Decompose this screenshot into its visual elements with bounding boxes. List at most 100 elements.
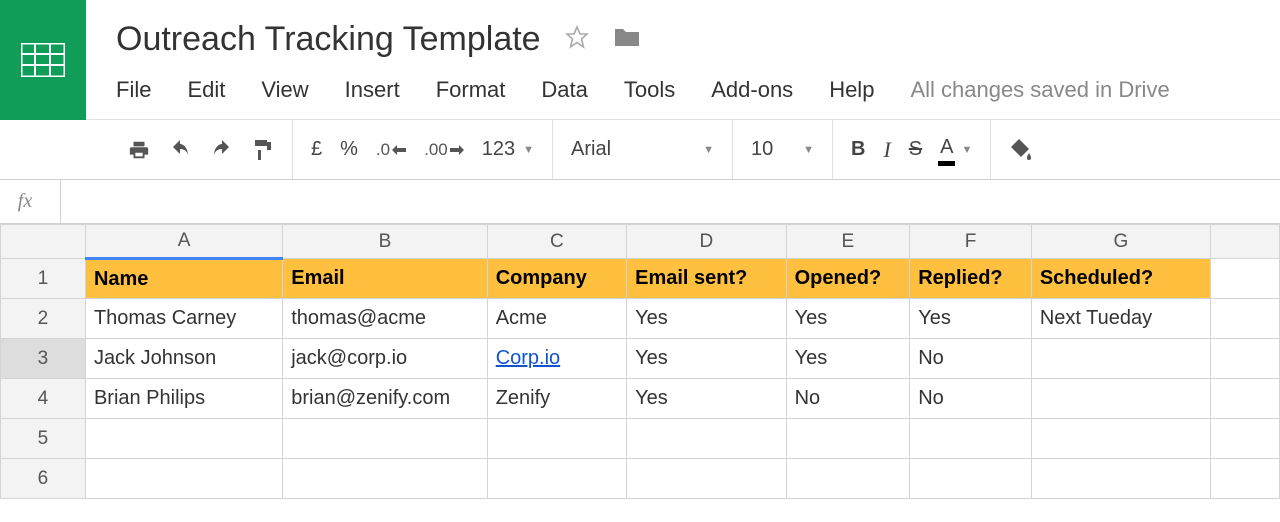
col-header-B[interactable]: B: [283, 225, 487, 259]
cell-D1[interactable]: Email sent?: [627, 259, 786, 299]
cell-B6[interactable]: [283, 459, 487, 499]
menu-file[interactable]: File: [116, 77, 151, 103]
cell-A4[interactable]: Brian Philips: [85, 379, 282, 419]
percent-button[interactable]: %: [340, 138, 358, 161]
cell-H2[interactable]: [1210, 299, 1279, 339]
cell-B2[interactable]: thomas@acme: [283, 299, 487, 339]
cell-G3[interactable]: [1031, 339, 1210, 379]
cell-E3[interactable]: Yes: [786, 339, 910, 379]
strikethrough-button[interactable]: S: [909, 138, 922, 161]
currency-button[interactable]: £: [311, 138, 322, 161]
bold-button[interactable]: B: [851, 138, 865, 161]
print-icon[interactable]: [128, 139, 150, 161]
cell-G4[interactable]: [1031, 379, 1210, 419]
cell-H4[interactable]: [1210, 379, 1279, 419]
cell-F2[interactable]: Yes: [910, 299, 1032, 339]
menu-tools[interactable]: Tools: [624, 77, 675, 103]
cell-F1[interactable]: Replied?: [910, 259, 1032, 299]
app-logo[interactable]: [0, 0, 86, 120]
cell-B4[interactable]: brian@zenify.com: [283, 379, 487, 419]
menu-format[interactable]: Format: [436, 77, 506, 103]
cell-D6[interactable]: [627, 459, 786, 499]
cell-A2[interactable]: Thomas Carney: [85, 299, 282, 339]
cell-A5[interactable]: [85, 419, 282, 459]
cell-C5[interactable]: [487, 419, 626, 459]
col-header-C[interactable]: C: [487, 225, 626, 259]
col-header-E[interactable]: E: [786, 225, 910, 259]
number-format-dropdown[interactable]: 123 ▼: [482, 138, 534, 161]
cell-D4[interactable]: Yes: [627, 379, 786, 419]
cell-C3[interactable]: Corp.io: [487, 339, 626, 379]
font-size-label: 10: [751, 138, 773, 161]
star-icon[interactable]: [565, 25, 589, 54]
menu-addons[interactable]: Add-ons: [711, 77, 793, 103]
cell-H5[interactable]: [1210, 419, 1279, 459]
sheets-icon: [21, 43, 65, 77]
col-header-blank[interactable]: [1210, 225, 1279, 259]
toolbar-group-font[interactable]: Arial ▼: [553, 120, 733, 179]
toolbar-group-fontsize[interactable]: 10 ▼: [733, 120, 833, 179]
redo-icon[interactable]: [210, 140, 234, 160]
select-all-corner[interactable]: [1, 225, 86, 259]
decrease-decimal-button[interactable]: .0: [376, 140, 406, 160]
cell-B1[interactable]: Email: [283, 259, 487, 299]
text-color-button[interactable]: A ▼: [940, 136, 972, 163]
cell-E5[interactable]: [786, 419, 910, 459]
cell-D2[interactable]: Yes: [627, 299, 786, 339]
row-header-6[interactable]: 6: [1, 459, 86, 499]
cell-E2[interactable]: Yes: [786, 299, 910, 339]
cell-D5[interactable]: [627, 419, 786, 459]
italic-button[interactable]: I: [883, 137, 890, 163]
undo-icon[interactable]: [168, 140, 192, 160]
cell-C4[interactable]: Zenify: [487, 379, 626, 419]
cell-C2[interactable]: Acme: [487, 299, 626, 339]
cell-G5[interactable]: [1031, 419, 1210, 459]
cell-F5[interactable]: [910, 419, 1032, 459]
cell-F6[interactable]: [910, 459, 1032, 499]
row-header-4[interactable]: 4: [1, 379, 86, 419]
cell-B5[interactable]: [283, 419, 487, 459]
menu-data[interactable]: Data: [541, 77, 587, 103]
cell-C6[interactable]: [487, 459, 626, 499]
fill-color-icon[interactable]: [1009, 139, 1033, 161]
folder-icon[interactable]: [613, 25, 641, 54]
menu-view[interactable]: View: [261, 77, 308, 103]
col-header-F[interactable]: F: [910, 225, 1032, 259]
cell-H3[interactable]: [1210, 339, 1279, 379]
col-header-A[interactable]: A: [85, 225, 282, 259]
formula-input[interactable]: [60, 180, 1280, 223]
cell-E1[interactable]: Opened?: [786, 259, 910, 299]
cell-D3[interactable]: Yes: [627, 339, 786, 379]
cell-C1[interactable]: Company: [487, 259, 626, 299]
cell-G1[interactable]: Scheduled?: [1031, 259, 1210, 299]
row-header-1[interactable]: 1: [1, 259, 86, 299]
fx-label: fx: [0, 190, 50, 213]
header-main: Outreach Tracking Template File Edit Vie…: [86, 0, 1280, 103]
cell-E4[interactable]: No: [786, 379, 910, 419]
cell-F3[interactable]: No: [910, 339, 1032, 379]
cell-G6[interactable]: [1031, 459, 1210, 499]
cell-A3[interactable]: Jack Johnson: [85, 339, 282, 379]
menu-edit[interactable]: Edit: [187, 77, 225, 103]
col-header-G[interactable]: G: [1031, 225, 1210, 259]
cell-G2[interactable]: Next Tueday: [1031, 299, 1210, 339]
row-header-2[interactable]: 2: [1, 299, 86, 339]
cell-A6[interactable]: [85, 459, 282, 499]
formula-bar: fx: [0, 180, 1280, 224]
cell-H6[interactable]: [1210, 459, 1279, 499]
menu-insert[interactable]: Insert: [345, 77, 400, 103]
toolbar-group-number: £ % .0 .00 123 ▼: [293, 120, 553, 179]
increase-decimal-button[interactable]: .00: [424, 140, 464, 160]
paint-format-icon[interactable]: [252, 138, 274, 162]
cell-F4[interactable]: No: [910, 379, 1032, 419]
cell-B3[interactable]: jack@corp.io: [283, 339, 487, 379]
cell-A1[interactable]: Name: [85, 259, 282, 299]
document-title[interactable]: Outreach Tracking Template: [116, 20, 541, 59]
cell-H1[interactable]: [1210, 259, 1279, 299]
row-header-3[interactable]: 3: [1, 339, 86, 379]
caret-down-icon: ▼: [961, 144, 972, 156]
row-header-5[interactable]: 5: [1, 419, 86, 459]
cell-E6[interactable]: [786, 459, 910, 499]
menu-help[interactable]: Help: [829, 77, 874, 103]
col-header-D[interactable]: D: [627, 225, 786, 259]
